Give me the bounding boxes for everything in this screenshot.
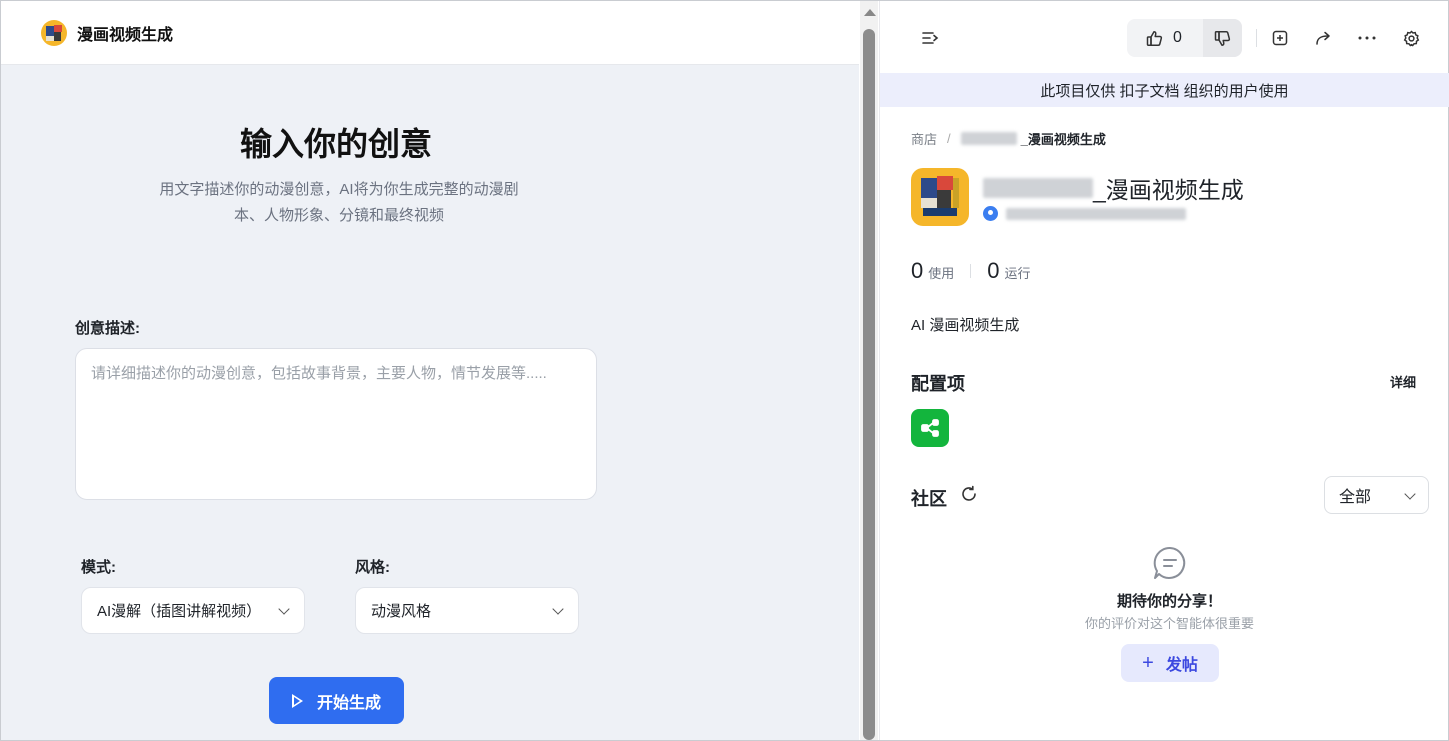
start-generate-button[interactable]: 开始生成 (269, 677, 404, 724)
app-title: 漫画视频生成 (77, 26, 174, 44)
description-label: 创意描述: (75, 320, 140, 337)
post-button[interactable]: + 发帖 (1121, 644, 1219, 682)
hero-title: 输入你的创意 (239, 126, 432, 162)
stats-row: 0 使用 0 运行 (911, 258, 1031, 284)
bot-avatar (911, 168, 969, 226)
share-icon[interactable] (1310, 24, 1338, 52)
community-filter-select[interactable]: 全部 (1324, 476, 1429, 514)
breadcrumb-store[interactable]: 商店 (911, 129, 937, 148)
scrollbar[interactable] (860, 1, 878, 740)
hero-subtitle: 用文字描述你的动漫创意，AI将为你生成完整的动漫剧本、人物形象、分镜和最终视频 (159, 181, 519, 224)
redacted-author (1006, 207, 1186, 220)
description-textarea[interactable]: 请详细描述你的动漫创意，包括故事背景，主要人物，情节发展等..... (75, 348, 597, 500)
config-detail-link[interactable]: 详细 (1390, 372, 1416, 391)
scroll-up-arrow-icon[interactable] (864, 9, 876, 16)
play-icon (291, 693, 303, 708)
panel-toolbar: 0 (880, 1, 1449, 73)
gear-icon[interactable] (1397, 24, 1425, 52)
plus-icon: + (1142, 651, 1154, 674)
author-row (983, 206, 1186, 221)
add-square-icon[interactable] (1266, 24, 1294, 52)
style-select-value: 动漫风格 (371, 603, 432, 620)
more-icon[interactable] (1353, 24, 1381, 52)
app-preview: 漫画视频生成 输入你的创意 用文字描述你的动漫创意，AI将为你生成完整的动漫剧本… (1, 1, 859, 740)
comment-icon (1152, 545, 1188, 586)
style-select[interactable]: 动漫风格 (355, 587, 579, 634)
collapse-sidebar-icon[interactable] (916, 24, 944, 52)
scrollbar-thumb[interactable] (863, 29, 875, 740)
breadcrumb-current: _漫画视频生成 (1020, 132, 1106, 147)
chevron-down-icon (552, 603, 564, 615)
community-title: 社区 (911, 489, 947, 509)
like-button[interactable]: 0 (1127, 19, 1201, 57)
run-count: 0 (987, 258, 1000, 283)
mode-select[interactable]: AI漫解（插图讲解视频） (81, 587, 305, 634)
refresh-icon[interactable] (960, 485, 978, 508)
post-button-label: 发帖 (1165, 657, 1198, 674)
redacted-text (983, 178, 1093, 198)
workflow-icon[interactable] (911, 409, 949, 447)
usage-label: 使用 (928, 266, 955, 281)
redacted-text (960, 132, 1017, 145)
empty-title: 期待你的分享！ (1116, 593, 1222, 610)
app-header: 漫画视频生成 (1, 1, 859, 65)
config-title: 配置项 (911, 374, 965, 394)
bot-description: AI 漫画视频生成 (911, 317, 1020, 334)
breadcrumb: 商店 / _漫画视频生成 (911, 129, 1106, 148)
thumbs-down-icon (1214, 30, 1231, 46)
user-avatar-icon (983, 206, 998, 221)
usage-count: 0 (911, 258, 924, 283)
org-banner: 此项目仅供 扣子文档 组织的用户使用 (880, 73, 1449, 107)
start-generate-label: 开始生成 (316, 694, 381, 712)
bot-info-panel: 0 此项目仅供 扣子文档 组织的用户使用 商店 / _漫画视频生成 _漫画视频生… (879, 1, 1449, 740)
empty-subtitle: 你的评价对这个智能体很重要 (1084, 616, 1254, 631)
rating-group: 0 (1127, 19, 1242, 57)
app-logo (41, 19, 67, 46)
like-count: 0 (1173, 29, 1182, 46)
run-label: 运行 (1004, 266, 1031, 281)
community-filter-value: 全部 (1339, 489, 1372, 506)
thumbs-up-icon (1146, 30, 1163, 46)
dislike-button[interactable] (1203, 19, 1242, 57)
toolbar-divider (1256, 29, 1257, 47)
bot-name-text: _漫画视频生成 (1093, 177, 1244, 203)
mode-label: 模式: (81, 559, 116, 576)
stat-divider (970, 264, 972, 278)
chevron-down-icon (278, 603, 290, 615)
mode-select-value: AI漫解（插图讲解视频） (97, 603, 262, 620)
style-label: 风格: (355, 559, 390, 576)
breadcrumb-separator: / (947, 131, 951, 146)
chevron-down-icon (1404, 488, 1416, 500)
bot-name: _漫画视频生成 (983, 171, 1244, 205)
